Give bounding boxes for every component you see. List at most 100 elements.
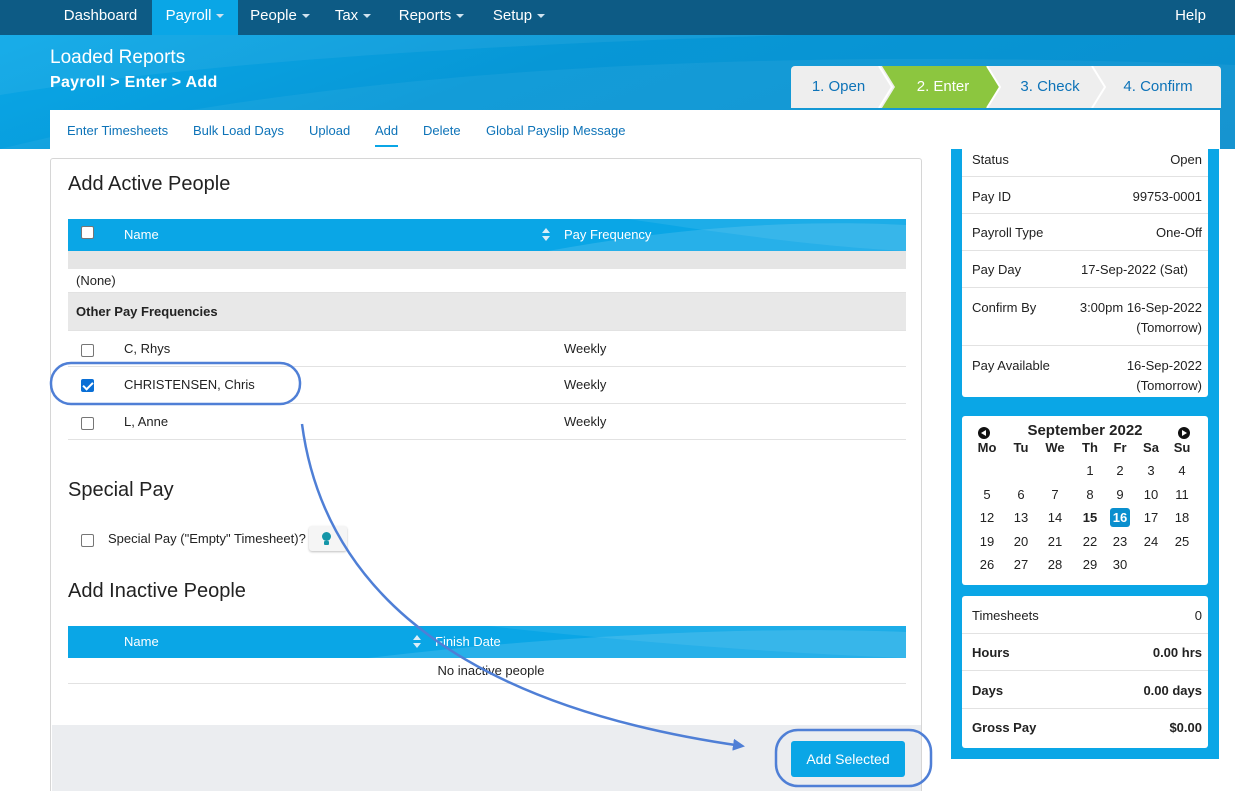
calendar-weekday: Th — [1082, 440, 1098, 455]
sidebar: Status Open Pay ID 99753-0001 Payroll Ty… — [951, 141, 1219, 759]
row-checkbox[interactable] — [81, 379, 94, 392]
sort-icon[interactable] — [542, 228, 550, 242]
calendar-day[interactable]: 29 — [1075, 555, 1105, 574]
calendar-day[interactable]: 19 — [972, 532, 1002, 551]
calendar-day[interactable]: 23 — [1105, 532, 1135, 551]
table-spacer-row — [68, 251, 906, 269]
calendar-day[interactable]: 24 — [1136, 532, 1166, 551]
tab-delete[interactable]: Delete — [423, 123, 461, 138]
nav-help[interactable]: Help — [1163, 0, 1218, 35]
calendar-day[interactable]: 21 — [1040, 532, 1070, 551]
pay-frequency: Weekly — [564, 414, 607, 429]
calendar-title: September 2022 — [1027, 422, 1143, 439]
column-header-name[interactable]: Name — [124, 634, 159, 649]
calendar-day[interactable]: 30 — [1105, 555, 1135, 574]
table-row[interactable]: CHRISTENSEN, Chris Weekly — [68, 367, 906, 404]
pay-frequency: Weekly — [564, 341, 607, 356]
step-check[interactable]: 3. Check — [996, 66, 1104, 108]
calendar-day[interactable]: 17 — [1136, 508, 1166, 527]
nav-setup[interactable]: Setup — [479, 0, 559, 35]
tab-upload[interactable]: Upload — [309, 123, 350, 138]
special-pay-checkbox[interactable] — [81, 534, 94, 547]
chevron-down-icon — [301, 14, 310, 19]
calendar-day[interactable]: 22 — [1075, 532, 1105, 551]
nav-dashboard[interactable]: Dashboard — [50, 0, 151, 35]
chevron-down-icon — [363, 14, 372, 19]
calendar-day[interactable]: 25 — [1167, 532, 1197, 551]
breadcrumb: Payroll > Enter > Add — [50, 74, 218, 91]
calendar-day[interactable]: 28 — [1040, 555, 1070, 574]
calendar-day[interactable]: 14 — [1040, 508, 1070, 527]
totals-row-gross-pay: Gross Pay $0.00 — [962, 709, 1208, 748]
sort-icon[interactable] — [413, 635, 421, 649]
person-name: L, Anne — [124, 414, 169, 429]
select-all-checkbox[interactable] — [81, 226, 94, 239]
totals-panel: Timesheets 0 Hours 0.00 hrs Days 0.00 da… — [962, 596, 1208, 748]
step-confirm[interactable]: 4. Confirm — [1103, 66, 1213, 108]
column-header-finish-date[interactable]: Finish Date — [435, 634, 501, 649]
calendar-day[interactable]: 4 — [1167, 461, 1197, 480]
summary-value-note: (Tomorrow) — [1136, 320, 1202, 335]
totals-row-timesheets: Timesheets 0 — [962, 596, 1208, 634]
calendar-day[interactable]: 5 — [972, 485, 1002, 504]
pay-summary-panel: Status Open Pay ID 99753-0001 Payroll Ty… — [962, 141, 1208, 397]
calendar-day[interactable]: 6 — [1006, 485, 1036, 504]
summary-row-pay-available: Pay Available 16-Sep-2022 (Tomorrow) — [962, 346, 1208, 397]
tab-add[interactable]: Add — [375, 123, 399, 147]
calendar-day[interactable]: 18 — [1167, 508, 1197, 527]
calendar-day[interactable]: 16 — [1110, 508, 1130, 527]
column-header-name[interactable]: Name — [124, 227, 159, 242]
calendar-day[interactable]: 27 — [1006, 555, 1036, 574]
totals-row-hours: Hours 0.00 hrs — [962, 634, 1208, 671]
nav-tax[interactable]: Tax — [322, 0, 384, 35]
step-open[interactable]: 1. Open — [791, 66, 886, 108]
special-pay-label: Special Pay ("Empty" Timesheet)? — [108, 531, 306, 546]
nav-payroll[interactable]: Payroll — [152, 0, 238, 35]
nav-people[interactable]: People — [238, 0, 322, 35]
totals-label: Days — [972, 683, 1004, 698]
calendar-day[interactable]: 11 — [1167, 485, 1197, 504]
chevron-right-icon[interactable] — [1178, 427, 1190, 439]
nav-reports[interactable]: Reports — [384, 0, 479, 35]
totals-label: Timesheets — [972, 608, 1039, 623]
column-header-pay-frequency[interactable]: Pay Frequency — [564, 227, 651, 242]
add-selected-button[interactable]: Add Selected — [791, 741, 905, 777]
table-row[interactable]: C, Rhys Weekly — [68, 331, 906, 367]
calendar-weekday: Su — [1173, 440, 1191, 455]
table-row[interactable]: L, Anne Weekly — [68, 404, 906, 440]
summary-row-pay-day: Pay Day 17-Sep-2022 (Sat) — [962, 251, 1208, 288]
calendar-day[interactable]: 10 — [1136, 485, 1166, 504]
nav-label: Dashboard — [63, 7, 138, 24]
row-checkbox[interactable] — [81, 344, 94, 357]
calendar-day[interactable]: 7 — [1040, 485, 1070, 504]
calendar-day[interactable]: 9 — [1105, 485, 1135, 504]
summary-label: Payroll Type — [972, 225, 1044, 240]
calendar-day[interactable]: 12 — [972, 508, 1002, 527]
summary-label: Confirm By — [972, 300, 1037, 315]
row-checkbox[interactable] — [81, 417, 94, 430]
tab-bulk-load-days[interactable]: Bulk Load Days — [193, 123, 284, 138]
nav-label: Tax — [334, 7, 359, 24]
calendar-day[interactable]: 13 — [1006, 508, 1036, 527]
calendar-day[interactable]: 2 — [1105, 461, 1135, 480]
calendar-day[interactable]: 20 — [1006, 532, 1036, 551]
calendar-day[interactable]: 8 — [1075, 485, 1105, 504]
calendar-day[interactable]: 26 — [972, 555, 1002, 574]
top-nav: Dashboard Payroll People Tax Reports Set… — [0, 0, 1235, 35]
chevron-down-icon — [537, 14, 546, 19]
step-enter[interactable]: 2. Enter — [891, 66, 995, 108]
chevron-down-icon — [456, 14, 465, 19]
calendar-day[interactable]: 3 — [1136, 461, 1166, 480]
calendar-weekday: We — [1045, 440, 1065, 455]
totals-label: Hours — [972, 645, 1010, 660]
summary-value: 17-Sep-2022 (Sat) — [1081, 262, 1188, 277]
special-pay-help-button[interactable] — [309, 526, 347, 551]
empty-message: No inactive people — [437, 663, 545, 678]
tab-global-payslip-message[interactable]: Global Payslip Message — [486, 123, 625, 138]
totals-row-days: Days 0.00 days — [962, 671, 1208, 709]
tab-enter-timesheets[interactable]: Enter Timesheets — [67, 123, 168, 138]
calendar-day[interactable]: 1 — [1075, 461, 1105, 480]
calendar-weekday: Sa — [1143, 440, 1159, 455]
calendar-day[interactable]: 15 — [1075, 508, 1105, 527]
nav-label: Payroll — [165, 7, 212, 24]
